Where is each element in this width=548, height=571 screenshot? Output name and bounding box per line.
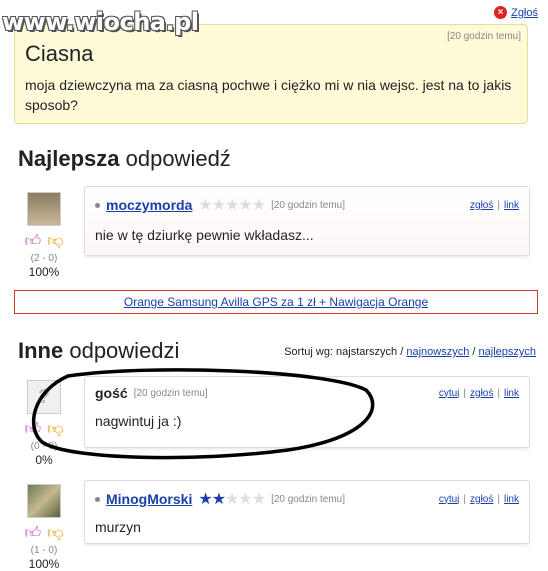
thumb-up-icon[interactable]: 👍︎ (25, 232, 42, 251)
thumb-down-icon[interactable]: 👎︎ (47, 524, 63, 543)
ad-link[interactable]: Orange Samsung Avilla GPS za 1 zł + Nawi… (124, 295, 428, 309)
status-dot (95, 202, 100, 208)
vote-count: (2 - 0) (30, 253, 58, 264)
answer-item: gość [20 godzin temu] cytuj | zgłoś | link… (84, 376, 530, 448)
answer-permalink[interactable]: link (504, 494, 519, 505)
rating-stars: ★★★★★ (198, 491, 266, 508)
answer-item: MinogMorski ★★★★★ [20 godzin temu] cytuj… (84, 480, 530, 544)
question-title: Ciasna (25, 41, 94, 66)
ad-banner: Orange Samsung Avilla GPS za 1 zł + Nawi… (14, 290, 538, 314)
report-answer-link[interactable]: zgłoś (470, 200, 493, 211)
answer-time: [20 godzin temu] (271, 493, 345, 505)
best-answer: moczymorda ★★★★★ [20 godzin temu] zgłoś |… (84, 186, 530, 256)
question-box: [20 godzin temu] Ciasna moja dziewczyna … (14, 24, 528, 124)
close-icon: × (494, 6, 508, 19)
answer-time: [20 godzin temu] (133, 387, 208, 399)
other-answers-heading: Inne odpowiedzi (18, 338, 180, 363)
report-answer-link[interactable]: zgłoś (470, 388, 493, 399)
report-answer-link[interactable]: zgłoś (470, 494, 493, 505)
vote-count: (0 - 0) (30, 441, 58, 452)
answer-username[interactable]: MinogMorski (106, 491, 192, 507)
answer-permalink[interactable]: link (504, 388, 519, 399)
quote-link[interactable]: cytuj (439, 388, 460, 399)
question-time: [20 godzin temu] (447, 31, 521, 42)
answer-body: murzyn (95, 519, 141, 535)
answer-username: gość (95, 385, 128, 401)
vote-percent: 0% (35, 453, 53, 467)
thumb-down-icon[interactable]: 👎︎ (47, 232, 63, 251)
answer-body: nie w tę dziurkę pewnie wkładasz... (95, 227, 314, 243)
best-answer-voter: 👍︎ 👎︎ (2 - 0) 100% (14, 192, 74, 279)
thumb-down-icon[interactable]: 👎︎ (47, 420, 63, 439)
answer-voter: ? 👍︎ 👎︎ (0 - 0) 0% (14, 380, 74, 467)
avatar[interactable] (27, 484, 61, 518)
vote-percent: 100% (28, 557, 60, 571)
best-answer-heading: Najlepsza odpowiedź (18, 146, 231, 171)
sort-best-link[interactable]: najlepszych (479, 346, 536, 358)
sort-options: Sortuj wg: najstarszych / najnowszych / … (284, 346, 536, 358)
rating-stars: ★★★★★ (198, 197, 266, 214)
question-body: moja dziewczyna ma za ciasną pochwe i ci… (25, 77, 512, 113)
answer-voter: 👍︎ 👎︎ (1 - 0) 100% (14, 484, 74, 571)
sort-newest-link[interactable]: najnowszych (406, 346, 469, 358)
report-link[interactable]: Zgłoś (511, 7, 538, 19)
quote-link[interactable]: cytuj (439, 494, 460, 505)
report-question[interactable]: × Zgłoś (494, 6, 538, 19)
thumb-up-icon[interactable]: 👍︎ (25, 524, 42, 543)
answer-permalink[interactable]: link (504, 200, 519, 211)
site-watermark: www.wiocha.pl (2, 8, 199, 36)
answer-body: nagwintuj ja :) (95, 413, 182, 429)
thumb-up-icon[interactable]: 👍︎ (25, 420, 42, 439)
status-dot (95, 496, 100, 502)
vote-percent: 100% (28, 265, 60, 279)
guest-avatar: ? (27, 380, 61, 414)
answer-time: [20 godzin temu] (271, 199, 346, 211)
answer-username[interactable]: moczymorda (106, 197, 192, 213)
avatar[interactable] (27, 192, 61, 226)
vote-count: (1 - 0) (30, 545, 58, 556)
